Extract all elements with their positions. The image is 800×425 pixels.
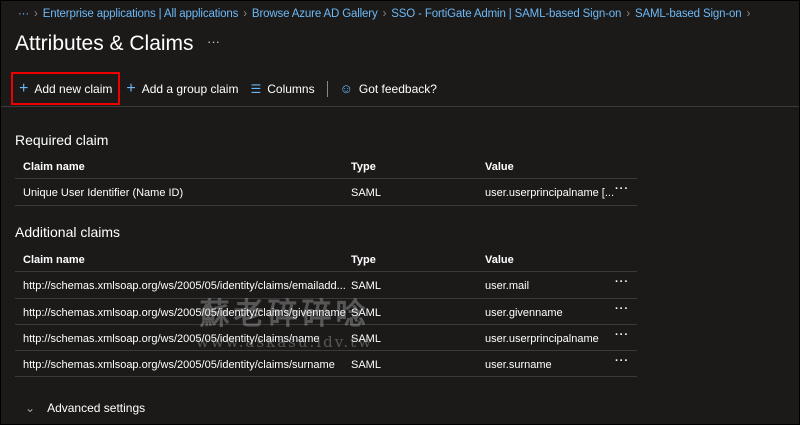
advanced-settings-toggle[interactable]: ⌄ Advanced settings — [25, 401, 145, 415]
columns-button[interactable]: ☰ Columns — [244, 72, 320, 105]
table-header: Claim name Type Value — [15, 153, 637, 180]
column-header[interactable]: Type — [351, 161, 376, 173]
claim-value: user.mail — [485, 280, 530, 293]
additional-claims-table: Claim name Type Value http://schemas.xmlso… — [15, 246, 637, 378]
table-row[interactable]: http://schemas.xmlsoap.org/ws/2005/05/id… — [15, 325, 637, 352]
claim-name: http://schemas.xmlsoap.org/ws/2005/05/id… — [23, 359, 335, 372]
claim-value: user.userprincipalname [... — [485, 187, 615, 200]
chevron-right-icon: › — [243, 8, 247, 20]
add-new-claim-label: Add new claim — [34, 81, 113, 96]
additional-claims-heading: Additional claims — [15, 224, 121, 240]
table-row[interactable]: Unique User Identifier (Name ID) SAML user… — [15, 179, 637, 206]
chevron-right-icon: › — [382, 8, 387, 20]
add-group-claim-button[interactable]: + Add a group claim — [120, 72, 244, 105]
row-more-button[interactable]: ··· — [615, 303, 629, 315]
plus-icon: + — [126, 79, 136, 97]
column-header[interactable]: Claim name — [23, 161, 85, 173]
add-group-claim-label: Add a group claim — [141, 81, 239, 96]
claim-name: http://schemas.xmlsoap.org/ws/2005/05/id… — [23, 306, 346, 319]
table-row[interactable]: http://schemas.xmlsoap.org/ws/2005/05/id… — [15, 299, 637, 325]
table-header: Claim name Type Value — [15, 246, 637, 273]
claim-value: user.surname — [485, 359, 552, 372]
column-header[interactable]: Type — [351, 254, 376, 266]
divider — [1, 106, 799, 107]
chevron-down-icon: ⌄ — [25, 401, 36, 415]
chevron-right-icon: › — [34, 8, 38, 20]
breadcrumb-item[interactable]: SAML-based Sign-on — [635, 8, 742, 20]
feedback-button[interactable]: ☺ Got feedback? — [334, 72, 443, 105]
advanced-settings-label: Advanced settings — [47, 401, 146, 415]
page-title: Attributes & Claims — [15, 32, 194, 55]
plus-icon: + — [19, 79, 29, 97]
table-row[interactable]: http://schemas.xmlsoap.org/ws/2005/05/id… — [15, 272, 637, 299]
feedback-label: Got feedback? — [358, 81, 437, 96]
toolbar: + Add new claim + Add a group claim ☰ Colum… — [11, 72, 443, 105]
breadcrumb-item[interactable]: Enterprise applications | All applicatio… — [43, 8, 239, 20]
column-header[interactable]: Value — [485, 161, 514, 173]
add-new-claim-button[interactable]: + Add new claim — [11, 72, 121, 105]
column-header[interactable]: Value — [485, 254, 514, 266]
breadcrumb-more[interactable]: ··· — [18, 8, 29, 20]
breadcrumb-item[interactable]: SSO - FortiGate Admin | SAML-based Sign-… — [391, 8, 621, 20]
claim-type: SAML — [351, 359, 381, 372]
chevron-right-icon: › — [626, 8, 630, 20]
row-more-button[interactable]: ··· — [615, 276, 629, 288]
feedback-icon: ☺ — [339, 81, 353, 96]
claim-name: http://schemas.xmlsoap.org/ws/2005/05/id… — [23, 280, 346, 293]
table-row[interactable]: http://schemas.xmlsoap.org/ws/2005/05/id… — [15, 351, 637, 378]
column-header[interactable]: Claim name — [23, 254, 85, 266]
required-claim-heading: Required claim — [15, 132, 109, 148]
row-more-button[interactable]: ··· — [615, 183, 629, 195]
row-more-button[interactable]: ··· — [615, 355, 629, 367]
row-more-button[interactable]: ··· — [615, 329, 629, 341]
divider — [326, 80, 328, 97]
claim-type: SAML — [351, 332, 381, 345]
claim-type: SAML — [351, 306, 381, 319]
columns-icon: ☰ — [250, 81, 262, 96]
columns-label: Columns — [267, 81, 315, 96]
claim-value: user.userprincipalname — [485, 332, 599, 345]
claim-name: http://schemas.xmlsoap.org/ws/2005/05/id… — [23, 332, 320, 345]
page-more-button[interactable]: ··· — [207, 34, 220, 49]
claim-type: SAML — [351, 280, 381, 293]
claim-name: Unique User Identifier (Name ID) — [23, 187, 184, 200]
claim-value: user.givenname — [485, 306, 563, 319]
breadcrumb: ··· › Enterprise applications | All appli… — [18, 8, 793, 20]
required-claims-table: Claim name Type Value Unique User Identifi… — [15, 153, 637, 206]
chevron-right-icon: › — [746, 8, 751, 20]
claim-type: SAML — [351, 187, 381, 200]
breadcrumb-item[interactable]: Browse Azure AD Gallery — [252, 8, 378, 20]
